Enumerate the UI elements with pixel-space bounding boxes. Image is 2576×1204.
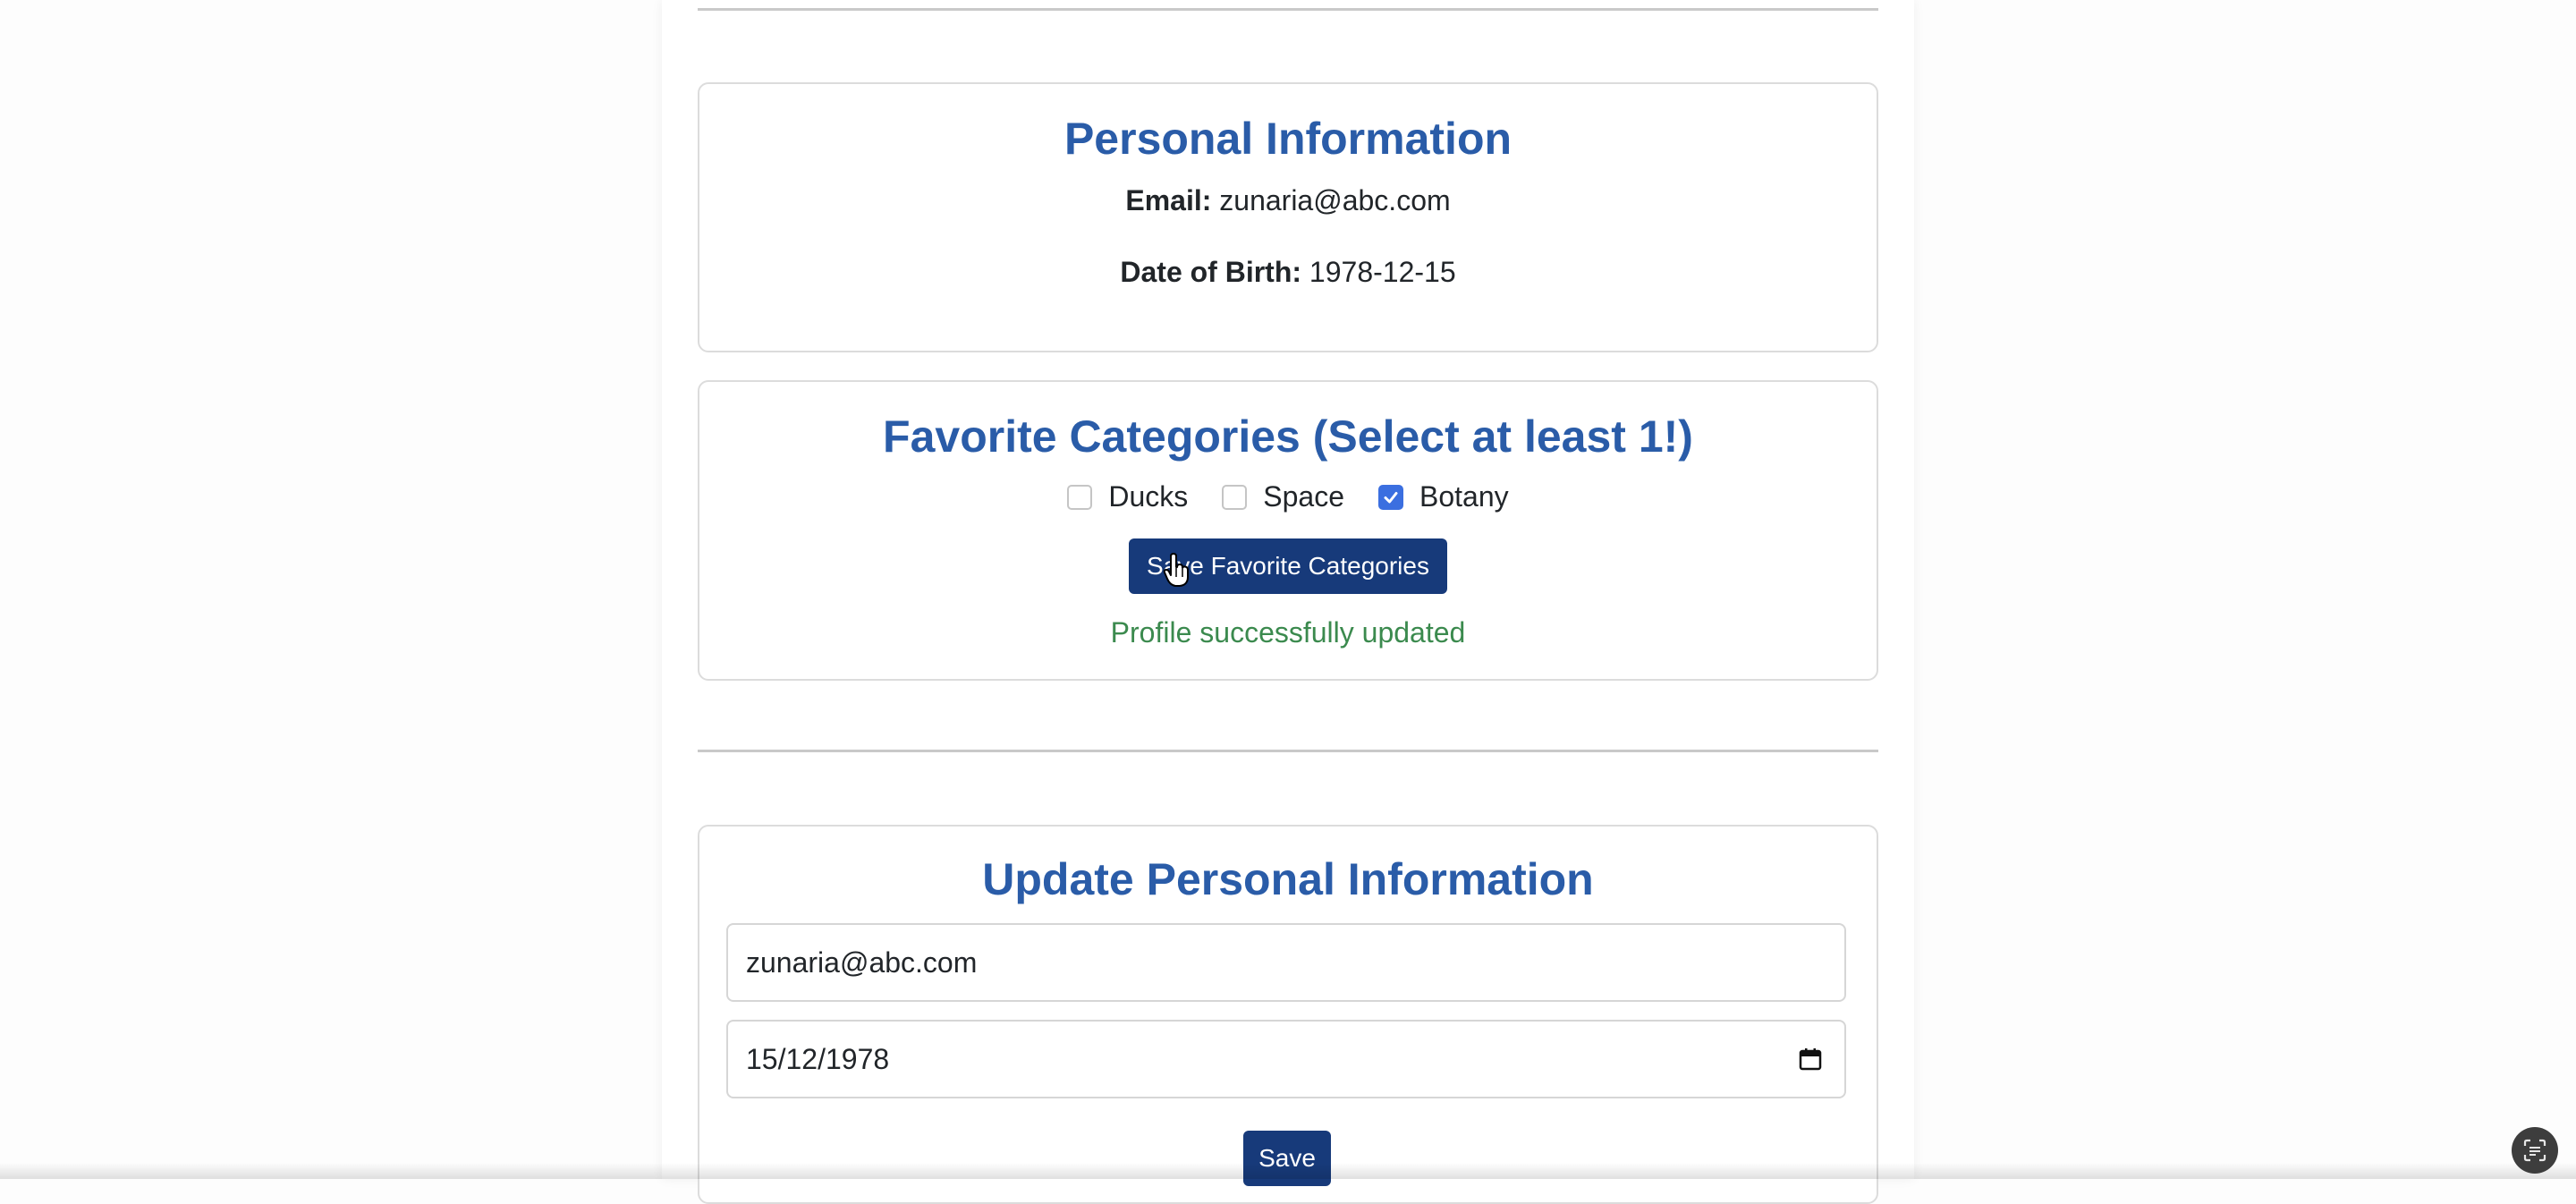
date-of-birth-input[interactable]: 15/12/1978 (726, 1020, 1846, 1098)
botany-checkbox[interactable] (1378, 484, 1403, 510)
scan-text-icon (2523, 1139, 2546, 1162)
calendar-icon[interactable] (1798, 1047, 1823, 1072)
category-botany[interactable]: Botany (1378, 480, 1509, 513)
update-personal-info-card: Update Personal Information zunaria@abc.… (698, 825, 1878, 1204)
success-message: Profile successfully updated (1110, 616, 1466, 649)
email-value: zunaria@abc.com (1219, 184, 1451, 216)
email-label: Email: (1125, 184, 1212, 216)
favorite-categories-title: Favorite Categories (Select at least 1!) (883, 411, 1693, 462)
email-input-value: zunaria@abc.com (746, 945, 978, 979)
category-space[interactable]: Space (1222, 480, 1344, 513)
personal-info-card: Personal Information Email: zunaria@abc.… (698, 82, 1878, 352)
botany-label: Botany (1419, 480, 1509, 513)
personal-info-title: Personal Information (1063, 114, 1513, 164)
window-bottom-shadow (0, 1163, 2576, 1179)
top-divider (698, 8, 1878, 11)
middle-divider (698, 750, 1878, 752)
space-checkbox[interactable] (1222, 484, 1248, 510)
space-label: Space (1263, 480, 1344, 513)
hand-cursor-icon (1163, 553, 1189, 587)
dob-value: 1978-12-15 (1309, 256, 1456, 288)
ducks-label: Ducks (1108, 480, 1189, 513)
dob-label: Date of Birth: (1120, 256, 1302, 288)
update-personal-info-title: Update Personal Information (982, 854, 1594, 904)
check-icon (1384, 491, 1398, 503)
dob-line: Date of Birth: 1978-12-15 (699, 256, 1877, 289)
category-ducks[interactable]: Ducks (1067, 480, 1188, 513)
favorite-categories-card: Favorite Categories (Select at least 1!)… (698, 380, 1878, 681)
page-container: Personal Information Email: zunaria@abc.… (662, 0, 1914, 1204)
screen-capture-button[interactable] (2512, 1127, 2558, 1174)
email-input[interactable]: zunaria@abc.com (726, 923, 1846, 1002)
ducks-checkbox[interactable] (1067, 484, 1093, 510)
date-input-value: 15/12/1978 (746, 1042, 890, 1075)
email-line: Email: zunaria@abc.com (699, 184, 1877, 217)
category-checkboxes: Ducks Space Botany (699, 480, 1877, 513)
